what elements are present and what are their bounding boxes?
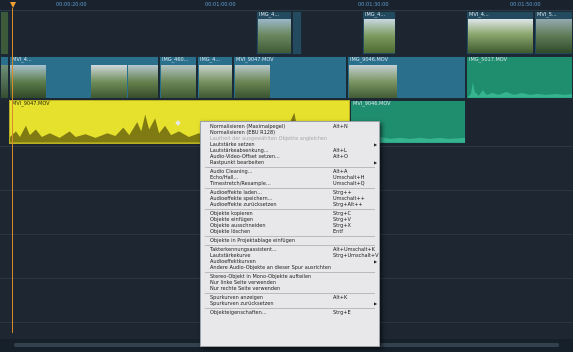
timeline-clip[interactable]: MVI_4... — [9, 56, 159, 99]
menu-item-shortcut: Strg+E — [333, 310, 351, 316]
clip-label: IMG_4... — [365, 12, 386, 18]
menu-item-label: Nur rechte Seite verwenden — [210, 286, 281, 292]
clip-thumbnail — [536, 19, 572, 53]
timeline-ruler[interactable]: 00:00:20:00 00:01:00:00 00:01:30:00 00:0… — [0, 0, 573, 11]
menu-item[interactable]: Audioeffekte zurücksetzen Strg+Alt++ — [201, 202, 379, 208]
menu-item-shortcut: Entf — [333, 229, 344, 235]
menu-item[interactable]: Timestretch/Resample... Umschalt+Q — [201, 181, 379, 187]
menu-item-label: Objekteigenschaften... — [210, 310, 267, 316]
menu-separator — [205, 188, 375, 189]
timeline-clip[interactable]: MVI_5... — [534, 11, 573, 55]
playhead-marker-icon[interactable] — [10, 2, 16, 8]
menu-separator — [205, 245, 375, 246]
ruler-tick: 00:01:30:00 — [358, 2, 389, 8]
menu-item-label: Spurkurven zurücksetzen — [210, 301, 274, 307]
clip-label: MVI_9047.MOV — [12, 101, 50, 107]
clip-label: MVI_4... — [12, 57, 32, 63]
menu-item-shortcut: Strg+Alt++ — [333, 202, 363, 208]
menu-separator — [205, 236, 375, 237]
timeline-clip[interactable]: IMG_4... — [197, 56, 233, 99]
clip-thumbnail — [349, 65, 397, 98]
clip-thumbnail — [91, 65, 127, 98]
clip-thumbnail — [1, 65, 8, 98]
timeline-clip[interactable] — [0, 56, 9, 99]
submenu-arrow-icon: ▶ — [374, 160, 378, 165]
menu-separator — [205, 167, 375, 168]
clip-thumbnail — [468, 19, 533, 53]
timeline-clip[interactable]: IMG_9046.MOV — [347, 56, 466, 99]
clip-label: IMG_5017.MOV — [469, 57, 508, 63]
track-1: IMG_4... IMG_4... MVI_4... MVI_5... — [0, 11, 573, 55]
timeline-clip[interactable]: IMG_4... — [362, 11, 396, 55]
ruler-tick: 00:01:50:00 — [510, 2, 541, 8]
submenu-arrow-icon: ▶ — [374, 301, 378, 306]
menu-item-label: Objekte in Projektablage einfügen — [210, 238, 296, 244]
clip-thumbnail — [161, 65, 196, 98]
menu-item-shortcut: Umschalt+Q — [333, 181, 365, 187]
menu-separator — [205, 308, 375, 309]
menu-separator — [205, 293, 375, 294]
clip-label: MVI_4... — [469, 12, 489, 18]
ruler-tick: 00:00:20:00 — [56, 2, 87, 8]
playhead-line[interactable] — [12, 8, 13, 333]
menu-separator — [205, 272, 375, 273]
menu-item[interactable]: Objekteigenschaften... Strg+E — [201, 310, 379, 316]
timeline-clip[interactable]: MVI_4... — [466, 11, 534, 55]
timeline-clip[interactable]: IMG_5017.MOV — [466, 56, 573, 99]
clip-label: IMG_4... — [259, 12, 280, 18]
clip-thumbnail — [10, 65, 46, 98]
clip-label: IMG_4... — [200, 57, 221, 63]
timeline-clip[interactable]: IMG_460... — [159, 56, 197, 99]
menu-item-label: Timestretch/Resample... — [210, 181, 271, 187]
timeline-clip[interactable] — [292, 11, 302, 55]
audio-waveform — [467, 82, 572, 98]
menu-item-label: Rastpunkt bearbeiten — [210, 160, 265, 166]
menu-item[interactable]: Objekte löschen Entf — [201, 229, 379, 235]
context-menu: Normalisieren (Maximalpegel) Alt+N Normali… — [200, 121, 380, 347]
menu-item[interactable]: Objekte in Projektablage einfügen — [201, 238, 379, 244]
clip-thumbnail — [258, 19, 291, 53]
track-2: MVI_4... IMG_460... IMG_4... MVI_9047.MO… — [0, 56, 573, 99]
clip-label: MVI_9046.MOV — [353, 101, 391, 107]
menu-separator — [205, 209, 375, 210]
clip-thumbnail — [199, 65, 232, 98]
clip-label: IMG_9046.MOV — [350, 57, 389, 63]
clip-label: IMG_460... — [162, 57, 189, 63]
menu-item[interactable]: Nur rechte Seite verwenden — [201, 286, 379, 292]
menu-item-label: Andere Audio-Objekte an dieser Spur ausr… — [210, 265, 332, 271]
clip-label: MVI_9047.MOV — [236, 57, 274, 63]
menu-item-label: Audioeffekte zurücksetzen — [210, 202, 277, 208]
clip-thumbnail — [364, 19, 395, 53]
clip-thumbnail — [235, 65, 270, 98]
menu-item-label: Objekte löschen — [210, 229, 251, 235]
menu-item[interactable]: Rastpunkt bearbeiten ▶ — [201, 160, 379, 166]
menu-item[interactable]: Spurkurven zurücksetzen ▶ — [201, 301, 379, 307]
ruler-tick: 00:01:00:00 — [205, 2, 236, 8]
menu-item[interactable]: Andere Audio-Objekte an dieser Spur ausr… — [201, 265, 379, 271]
timeline-clip[interactable]: IMG_4... — [256, 11, 292, 55]
clip-thumbnail — [128, 65, 158, 98]
timeline-clip[interactable] — [0, 11, 9, 55]
clip-label: MVI_5... — [537, 12, 557, 18]
timeline-clip[interactable]: MVI_9047.MOV — [233, 56, 347, 99]
